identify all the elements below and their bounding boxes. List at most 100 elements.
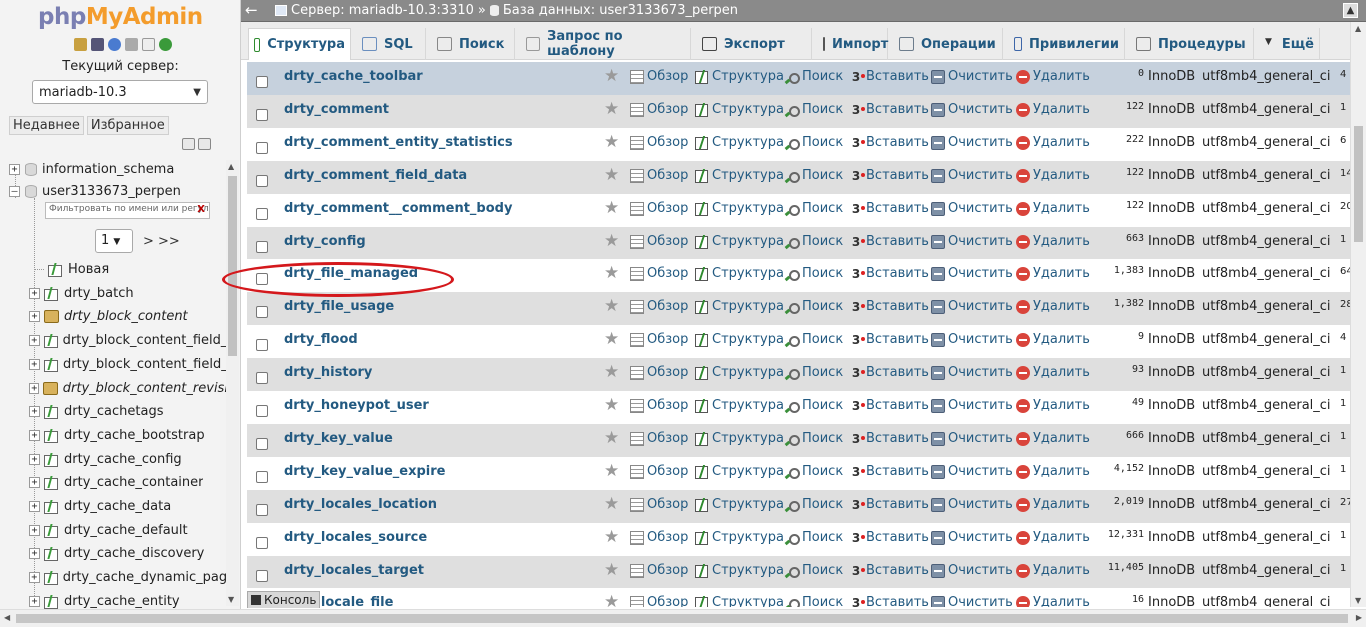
insert-action[interactable]: 3 Вставить — [849, 497, 929, 512]
tab-sql[interactable]: SQL — [357, 28, 426, 60]
collapse-all-icon[interactable] — [182, 138, 195, 150]
tree-item-user-db[interactable]: – user3133673_perpen — [9, 180, 181, 202]
search-action[interactable]: Поиск — [785, 266, 843, 281]
browse-action[interactable]: Обзор — [630, 563, 688, 578]
drop-action[interactable]: Удалить — [1016, 398, 1090, 413]
insert-action[interactable]: 3 Вставить — [849, 595, 929, 607]
expand-icon[interactable]: + — [29, 287, 40, 299]
expand-icon[interactable]: + — [29, 453, 40, 465]
empty-action[interactable]: Очистить — [931, 332, 1013, 347]
drop-action[interactable]: Удалить — [1016, 201, 1090, 216]
expand-icon[interactable]: + — [29, 500, 40, 512]
search-action[interactable]: Поиск — [785, 497, 843, 512]
empty-action[interactable]: Очистить — [931, 201, 1013, 216]
tree-item-table[interactable]: + drty_cache_data — [29, 495, 226, 517]
insert-action[interactable]: 3 Вставить — [849, 365, 929, 380]
drop-action[interactable]: Удалить — [1016, 530, 1090, 545]
docs-icon[interactable] — [125, 38, 138, 51]
scroll-up-icon[interactable]: ▲ — [228, 162, 234, 171]
search-action[interactable]: Поиск — [785, 135, 843, 150]
empty-action[interactable]: Очистить — [931, 595, 1013, 607]
structure-action[interactable]: Структура — [695, 332, 784, 347]
row-checkbox[interactable] — [256, 504, 268, 516]
structure-action[interactable]: Структура — [695, 234, 784, 249]
tree-item-table[interactable]: + drty_batch — [29, 282, 226, 304]
insert-action[interactable]: 3 Вставить — [849, 102, 929, 117]
expand-icon[interactable]: + — [29, 382, 40, 394]
browse-action[interactable]: Обзор — [630, 69, 688, 84]
browse-action[interactable]: Обзор — [630, 135, 688, 150]
favorite-star-icon[interactable]: ★ — [604, 298, 619, 315]
drop-action[interactable]: Удалить — [1016, 69, 1090, 84]
insert-action[interactable]: 3 Вставить — [849, 135, 929, 150]
drop-action[interactable]: Удалить — [1016, 299, 1090, 314]
browse-action[interactable]: Обзор — [630, 464, 688, 479]
favorite-star-icon[interactable]: ★ — [604, 562, 619, 579]
browse-action[interactable]: Обзор — [630, 431, 688, 446]
horizontal-scrollbar[interactable]: ◀ ▶ — [0, 609, 1366, 627]
browse-action[interactable]: Обзор — [630, 365, 688, 380]
phpmyadmin-logo[interactable]: phpMyAdmin — [38, 4, 203, 30]
browse-action[interactable]: Обзор — [630, 497, 688, 512]
search-action[interactable]: Поиск — [785, 102, 843, 117]
browse-action[interactable]: Обзор — [630, 530, 688, 545]
insert-action[interactable]: 3 Вставить — [849, 398, 929, 413]
search-action[interactable]: Поиск — [785, 563, 843, 578]
expand-icon[interactable]: + — [29, 358, 40, 370]
tree-item-table[interactable]: + drty_cache_bootstrap — [29, 424, 226, 446]
browse-action[interactable]: Обзор — [630, 398, 688, 413]
table-name-link[interactable]: drty_comment_field_data — [284, 168, 467, 183]
table-name-link[interactable]: drty_config — [284, 234, 366, 249]
settings-icon[interactable] — [142, 38, 155, 51]
main-scroll-thumb[interactable] — [1354, 126, 1363, 242]
tab-routines[interactable]: Процедуры — [1131, 28, 1254, 60]
favorite-star-icon[interactable]: ★ — [604, 68, 619, 85]
expand-icon[interactable]: + — [29, 429, 40, 441]
structure-action[interactable]: Структура — [695, 266, 784, 281]
empty-action[interactable]: Очистить — [931, 234, 1013, 249]
table-name-link[interactable]: drty_locales_target — [284, 563, 424, 578]
structure-action[interactable]: Структура — [695, 464, 784, 479]
row-checkbox[interactable] — [256, 142, 268, 154]
insert-action[interactable]: 3 Вставить — [849, 464, 929, 479]
scroll-right-icon[interactable]: ▶ — [1356, 613, 1362, 622]
empty-action[interactable]: Очистить — [931, 530, 1013, 545]
drop-action[interactable]: Удалить — [1016, 332, 1090, 347]
insert-action[interactable]: 3 Вставить — [849, 266, 929, 281]
row-checkbox[interactable] — [256, 241, 268, 253]
row-checkbox[interactable] — [256, 76, 268, 88]
expand-icon[interactable]: + — [29, 547, 40, 559]
scroll-down-icon[interactable]: ▼ — [1355, 596, 1361, 605]
favorite-star-icon[interactable]: ★ — [604, 529, 619, 546]
search-action[interactable]: Поиск — [785, 168, 843, 183]
insert-action[interactable]: 3 Вставить — [849, 299, 929, 314]
row-checkbox[interactable] — [256, 175, 268, 187]
structure-action[interactable]: Структура — [695, 102, 784, 117]
drop-action[interactable]: Удалить — [1016, 563, 1090, 578]
structure-action[interactable]: Структура — [695, 398, 784, 413]
structure-action[interactable]: Структура — [695, 135, 784, 150]
drop-action[interactable]: Удалить — [1016, 431, 1090, 446]
tab-privileges[interactable]: Привилегии — [1009, 28, 1125, 60]
tree-item-information-schema[interactable]: + information_schema — [9, 158, 174, 180]
drop-action[interactable]: Удалить — [1016, 168, 1090, 183]
expand-icon[interactable]: + — [29, 476, 40, 488]
table-name-link[interactable]: drty_history — [284, 365, 372, 380]
search-action[interactable]: Поиск — [785, 299, 843, 314]
nav-scrollbar[interactable]: ▲ ▼ — [226, 160, 239, 606]
table-filter-input[interactable]: Фильтровать по имени или регул X — [45, 202, 210, 219]
row-checkbox[interactable] — [256, 273, 268, 285]
structure-action[interactable]: Структура — [695, 431, 784, 446]
drop-action[interactable]: Удалить — [1016, 135, 1090, 150]
tree-item-table[interactable]: + drty_cache_dynamic_page — [29, 566, 226, 588]
back-arrow-icon[interactable]: ← — [245, 1, 258, 19]
expand-icon[interactable]: + — [29, 405, 40, 417]
browse-action[interactable]: Обзор — [630, 266, 688, 281]
table-name-link[interactable]: drty_cache_toolbar — [284, 69, 423, 84]
empty-action[interactable]: Очистить — [931, 431, 1013, 446]
clear-filter-icon[interactable]: X — [197, 204, 205, 215]
empty-action[interactable]: Очистить — [931, 266, 1013, 281]
empty-action[interactable]: Очистить — [931, 135, 1013, 150]
nav-scroll-thumb[interactable] — [228, 176, 237, 356]
empty-action[interactable]: Очистить — [931, 102, 1013, 117]
